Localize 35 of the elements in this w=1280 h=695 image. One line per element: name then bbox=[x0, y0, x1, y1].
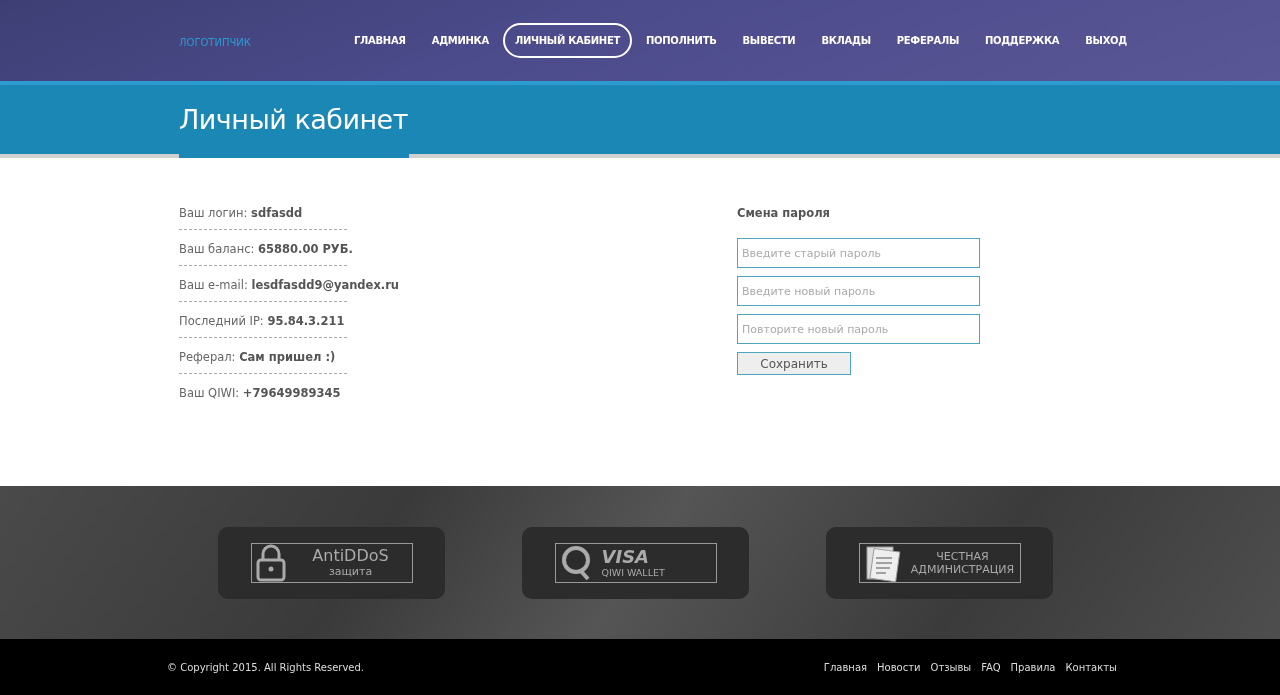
info-text: Последний IP: 95.84.3.211 bbox=[179, 314, 345, 328]
password-field[interactable]: Введите старый пароль bbox=[737, 238, 980, 268]
badge-subtitle: защита bbox=[328, 566, 373, 577]
nav-link[interactable]: ПОДДЕРЖКА bbox=[972, 23, 1072, 58]
badge-subtitle: АДМИНИСТРАЦИЯ bbox=[910, 563, 1015, 575]
password-field[interactable]: Повторите новый пароль bbox=[737, 314, 980, 344]
info-text: Ваш логин: sdfasdd bbox=[179, 206, 303, 220]
badge-title: AntiDDoS bbox=[312, 548, 389, 564]
nav-link[interactable]: ЛИЧНЫЙ КАБИНЕТ bbox=[502, 23, 632, 58]
footer-link[interactable]: Новости bbox=[877, 662, 921, 673]
nav-link[interactable]: ГЛАВНАЯ bbox=[342, 23, 418, 58]
footer-link[interactable]: FAQ bbox=[981, 662, 1001, 673]
page-title: Личный кабинет bbox=[179, 104, 409, 135]
nav-link[interactable]: ПОПОЛНИТЬ bbox=[634, 23, 729, 58]
badge-title: ЧЕСТНАЯ bbox=[936, 550, 989, 562]
nav-link[interactable]: ВКЛАДЫ bbox=[809, 23, 883, 58]
nav-link[interactable]: РЕФЕРАЛЫ bbox=[884, 23, 971, 58]
footer-link[interactable]: Отзывы bbox=[930, 662, 972, 673]
copyright-text: © Copyright 2015. All Rights Reserved. bbox=[167, 662, 365, 673]
badge-subtitle: QIWI WALLET bbox=[601, 567, 665, 578]
nav-link[interactable]: ВЫВЕСТИ bbox=[730, 23, 808, 58]
footer-link[interactable]: Главная bbox=[823, 662, 868, 673]
info-text: Ваш e-mail: lesdfasdd9@yandex.ru bbox=[179, 278, 400, 292]
info-text: Реферал: Сам пришел :) bbox=[179, 350, 336, 364]
padlock-icon bbox=[255, 543, 286, 582]
badge-title: VISA bbox=[601, 547, 650, 566]
nav-link[interactable]: АДМИНКА bbox=[419, 23, 501, 58]
nav-link[interactable]: ВЫХОД bbox=[1073, 23, 1139, 58]
info-text: Ваш QIWI: +79649989345 bbox=[179, 386, 341, 400]
footer-link[interactable]: Контакты bbox=[1065, 662, 1117, 673]
info-text: Ваш баланс: 65880.00 РУБ. bbox=[179, 242, 353, 256]
section-heading: Смена пароля bbox=[737, 206, 831, 220]
password-field[interactable]: Введите новый пароль bbox=[737, 276, 980, 306]
footer-link[interactable]: Правила bbox=[1010, 662, 1056, 673]
save-button[interactable]: Сохранить bbox=[737, 352, 851, 375]
